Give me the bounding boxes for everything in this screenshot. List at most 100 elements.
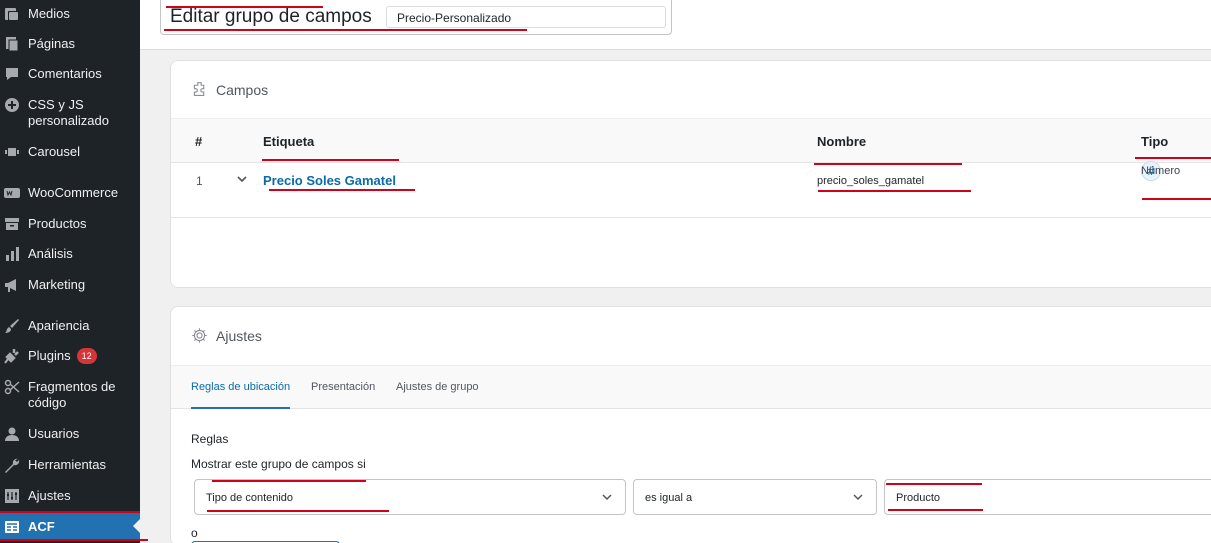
sidebar-item-label: Apariencia: [28, 318, 90, 333]
sidebar-item-paginas[interactable]: Páginas: [0, 36, 140, 52]
sidebar-item-label: CSS y JS personalizado: [28, 97, 109, 128]
sidebar-item-label: Carousel: [28, 144, 81, 159]
sidebar-item-label: Productos: [28, 216, 87, 231]
rule-operator-value: es igual a: [645, 492, 693, 504]
rules-subtitle: Mostrar este grupo de campos si: [191, 457, 366, 471]
annotation-underline: [166, 6, 323, 8]
annotation-underline: [212, 480, 366, 482]
woocommerce-icon: [4, 185, 20, 201]
sidebar-item-label: Páginas: [28, 36, 75, 51]
sidebar-item-label: Ajustes: [28, 488, 71, 503]
column-header-name: Nombre: [817, 134, 867, 149]
tab-location-rules[interactable]: Reglas de ubicación: [191, 381, 290, 393]
annotation-underline: [207, 510, 389, 512]
sidebar-item-medios[interactable]: Medios: [0, 6, 140, 22]
sidebar-item-productos[interactable]: Productos: [0, 216, 140, 232]
annotation-underline: [262, 159, 399, 161]
settings-panel-title: Ajustes: [216, 327, 262, 344]
sidebar-item-carousel[interactable]: Carousel: [0, 144, 140, 160]
column-header-type: Tipo: [1141, 134, 1169, 149]
sidebar-item-label: Herramientas: [28, 457, 107, 472]
chevron-down-icon[interactable]: [235, 172, 249, 186]
rule-param-value: Tipo de contenido: [206, 492, 294, 504]
plug-icon: [4, 348, 20, 364]
sidebar-item-apariencia[interactable]: Apariencia: [0, 318, 140, 334]
or-label: o: [191, 526, 198, 540]
field-type-label: Número: [1141, 165, 1181, 177]
sidebar-item-plugins[interactable]: Plugins 12: [0, 348, 140, 364]
annotation-underline: [888, 509, 983, 511]
tab-presentation[interactable]: Presentación: [311, 381, 375, 393]
annotation-underline: [1142, 198, 1211, 200]
fields-panel-title: Campos: [216, 81, 269, 98]
archive-icon: [4, 216, 20, 232]
puzzle-icon: [193, 82, 205, 97]
user-icon: [4, 426, 20, 442]
rule-operator-select[interactable]: es igual a: [633, 479, 877, 515]
annotation-underline: [0, 511, 140, 513]
brush-icon: [4, 318, 20, 334]
chevron-down-icon: [601, 491, 613, 503]
sidebar-item-analisis[interactable]: Análisis: [0, 246, 140, 262]
active-menu-indicator: [133, 519, 140, 533]
scissors-icon: [4, 379, 20, 395]
settings-panel-header: Ajustes: [191, 327, 262, 344]
fields-panel-header: Campos: [191, 81, 268, 98]
sidebar-item-label: Medios: [28, 6, 70, 21]
settings-icon: [4, 488, 20, 504]
page-title: Editar grupo de campos: [170, 6, 372, 27]
sidebar-item-label: Comentarios: [28, 66, 102, 81]
sidebar-item-acf[interactable]: ACF: [0, 513, 140, 541]
settings-panel: Ajustes Reglas de ubicación Presentación…: [170, 306, 1211, 543]
annotation-underline: [0, 539, 148, 541]
sidebar-item-ajustes[interactable]: Ajustes: [0, 488, 140, 504]
sidebar-item-herramientas[interactable]: Herramientas: [0, 457, 140, 473]
sidebar-item-comentarios[interactable]: Comentarios: [0, 66, 140, 82]
sidebar-item-label: ACF: [28, 519, 55, 534]
megaphone-icon: [4, 277, 20, 293]
sidebar-item-usuarios[interactable]: Usuarios: [0, 426, 140, 442]
comments-icon: [4, 66, 20, 82]
rules-title: Reglas: [191, 432, 229, 446]
chevron-down-icon: [852, 491, 864, 503]
rule-value: Producto: [896, 492, 941, 504]
tab-group-settings[interactable]: Ajustes de grupo: [396, 381, 479, 393]
field-name: precio_soles_gamatel: [817, 175, 925, 187]
active-tab-indicator: [191, 407, 290, 409]
field-group-title-input[interactable]: Precio-Personalizado: [386, 6, 666, 28]
annotation-underline: [1135, 157, 1211, 159]
wrench-icon: [4, 457, 20, 473]
fields-table-header: # Etiqueta Nombre Tipo: [171, 118, 1211, 163]
settings-tabs: Reglas de ubicación Presentación Ajustes…: [171, 365, 1211, 409]
pages-icon: [4, 36, 20, 52]
field-order-number: 1: [196, 174, 203, 188]
annotation-underline: [814, 163, 962, 165]
fields-panel: Campos # Etiqueta Nombre Tipo 1 Precio S…: [170, 60, 1211, 288]
sidebar-item-label: Marketing: [28, 277, 86, 292]
annotation-underline: [164, 29, 527, 31]
sidebar-item-label: Fragmentos de código: [28, 379, 116, 410]
sidebar-item-label: Plugins 12: [28, 348, 97, 364]
update-count-badge: 12: [76, 348, 97, 364]
sidebar-item-fragmentos[interactable]: Fragmentos de código: [0, 379, 140, 411]
sidebar-item-label: WooCommerce: [28, 185, 119, 200]
annotation-underline: [269, 189, 415, 191]
sidebar-item-woocommerce[interactable]: WooCommerce: [0, 185, 140, 201]
gear-icon: [192, 328, 207, 343]
field-label-link[interactable]: Precio Soles Gamatel: [263, 173, 396, 188]
column-header-label: Etiqueta: [263, 134, 315, 149]
sidebar-item-css-js[interactable]: CSS y JS personalizado: [0, 97, 140, 129]
annotation-underline: [818, 190, 971, 192]
bar-chart-icon: [4, 246, 20, 262]
sidebar-item-marketing[interactable]: Marketing: [0, 277, 140, 293]
carousel-icon: [4, 144, 20, 160]
table-row[interactable]: 1 Precio Soles Gamatel precio_soles_gama…: [171, 161, 1211, 218]
sidebar-item-label: Análisis: [28, 246, 73, 261]
column-header-num: #: [195, 134, 203, 149]
acf-icon: [4, 519, 20, 535]
sidebar-item-label: Usuarios: [28, 426, 80, 441]
plus-circle-icon: [4, 97, 20, 113]
media-icon: [4, 6, 20, 22]
annotation-underline: [886, 483, 982, 485]
admin-sidebar: Medios Páginas Comentarios CSS y JS pers…: [0, 0, 140, 543]
